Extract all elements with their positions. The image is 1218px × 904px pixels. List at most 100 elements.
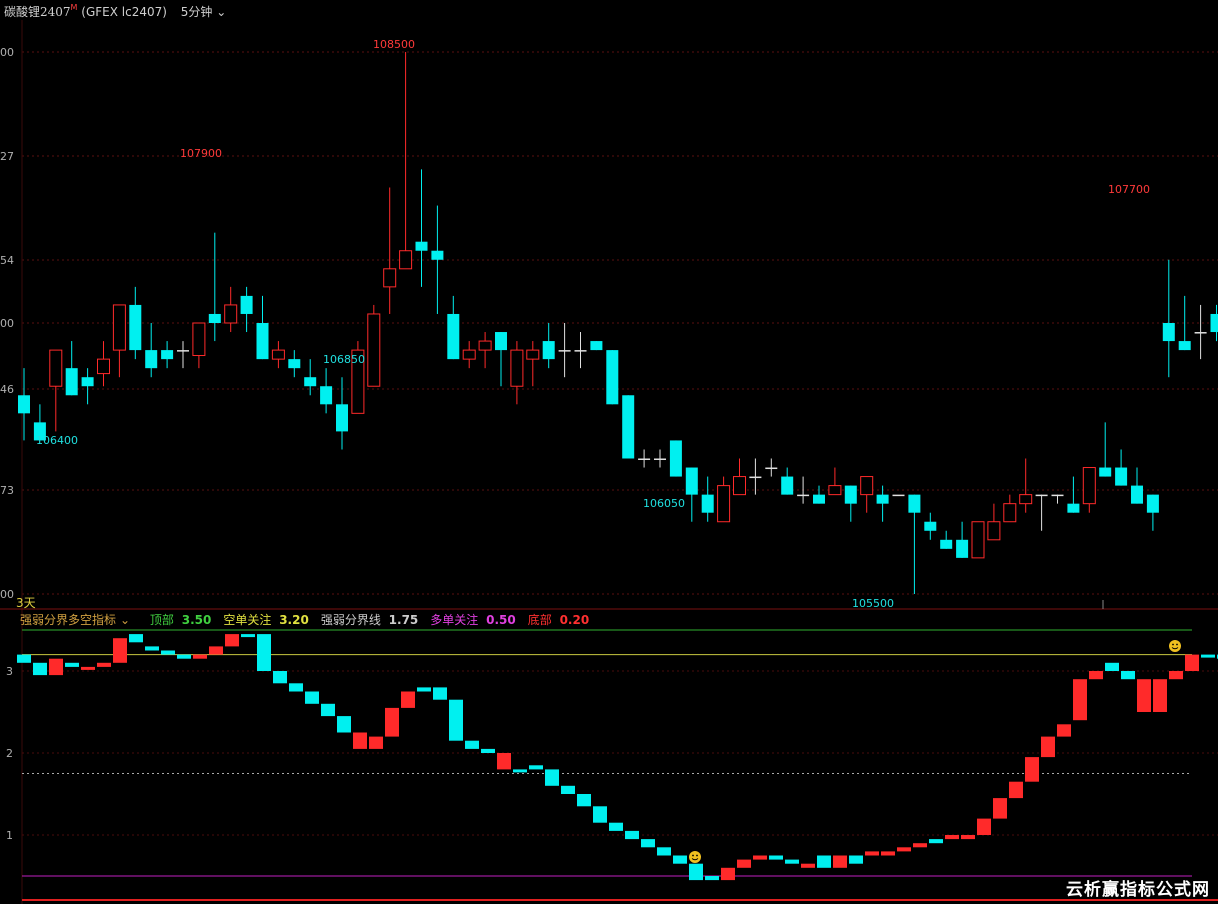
indicator-bar	[1041, 736, 1055, 758]
candle	[733, 458, 746, 496]
indicator-bar	[81, 666, 95, 670]
candle	[654, 449, 666, 468]
candle	[1099, 422, 1112, 477]
indicator-bar	[129, 634, 143, 643]
indicator-bar	[737, 859, 751, 868]
candle	[749, 458, 762, 495]
candle	[415, 169, 428, 287]
y-axis-label: 73	[0, 484, 14, 497]
indicator-bar	[17, 654, 31, 663]
price-annotation: 108500	[373, 38, 415, 51]
indicator-bar	[625, 830, 639, 840]
candle	[97, 341, 110, 387]
candle	[383, 187, 397, 314]
candle	[876, 485, 889, 522]
price-annotation: 107900	[180, 147, 222, 160]
price-annotation: 106850	[323, 353, 365, 366]
indicator-bar	[65, 662, 79, 667]
indicator-bar	[177, 654, 191, 659]
indicator-bar	[337, 716, 351, 733]
candle	[1162, 259, 1175, 378]
indicator-legend-item: 顶部 3.50	[149, 613, 212, 627]
indicator-bar	[1169, 671, 1183, 680]
candle	[112, 304, 126, 378]
indicator-bar	[49, 658, 63, 676]
indicator-bar	[897, 847, 911, 852]
candle	[622, 395, 635, 459]
indicator-bar	[929, 839, 943, 844]
indicator-bar	[1057, 724, 1071, 737]
indicator-bar	[545, 769, 559, 786]
candle	[351, 341, 365, 414]
indicator-bar	[385, 707, 399, 737]
indicator-bar	[401, 691, 415, 708]
candle	[81, 368, 94, 405]
indicator-bar	[561, 785, 575, 794]
indicator-bar	[753, 855, 767, 860]
candle	[924, 512, 937, 540]
candle	[1210, 304, 1218, 342]
smiley-eye	[696, 854, 698, 857]
candle	[431, 205, 444, 314]
indicator-bar	[465, 740, 479, 749]
indicator-bar	[113, 638, 127, 663]
indicator-bar	[497, 753, 511, 770]
chevron-down-icon: ⌄	[120, 613, 131, 627]
candle	[669, 440, 682, 477]
indicator-bar	[369, 736, 383, 749]
indicator-bar	[817, 855, 831, 868]
indicator-bar	[529, 765, 543, 770]
candle	[320, 368, 333, 414]
candle	[765, 458, 778, 477]
candle	[813, 485, 825, 504]
candle	[574, 332, 587, 369]
indicator-legend-item: 底部 0.20	[527, 613, 590, 627]
indicator-bar	[673, 855, 687, 864]
candle	[447, 295, 460, 360]
indicator-bar	[1009, 781, 1023, 799]
indicator-bar	[913, 843, 927, 848]
smiley-eye	[692, 854, 694, 857]
indicator-bar	[769, 855, 783, 860]
candle	[177, 341, 189, 369]
candle	[971, 521, 985, 559]
candle	[65, 341, 78, 396]
candle	[495, 332, 507, 387]
candle	[558, 323, 571, 378]
indicator-bar	[657, 847, 671, 856]
candle	[161, 341, 174, 369]
candle	[1082, 467, 1096, 513]
indicator-bar	[33, 662, 47, 676]
indicator-bar	[289, 683, 303, 692]
indicator-bar	[785, 859, 799, 864]
indicator-bar	[689, 863, 703, 881]
indicator-bar	[241, 634, 255, 638]
indicator-bar	[1201, 654, 1215, 658]
indicator-bar	[641, 839, 655, 848]
candle	[1146, 494, 1159, 531]
indicator-bar	[865, 851, 879, 856]
indicator-bar	[593, 806, 607, 823]
candle	[1115, 449, 1128, 486]
candle	[336, 377, 348, 450]
candle	[18, 368, 30, 441]
candle	[956, 521, 969, 558]
smiley-icon	[1169, 640, 1181, 652]
chart-canvas[interactable]: 00 27 54 00 46 73 00 108500 107900 107700 106850 10…	[0, 0, 1218, 904]
indicator-bar	[433, 687, 447, 700]
candle	[717, 476, 731, 523]
candle	[860, 476, 874, 513]
indicator-bar	[609, 822, 623, 831]
price-annotation: 106050	[643, 497, 685, 510]
price-annotation: 106400	[36, 434, 78, 447]
indicator-bar	[577, 794, 591, 807]
candle	[1019, 458, 1033, 513]
candle	[1067, 476, 1080, 513]
candle	[1003, 494, 1017, 523]
candle	[940, 530, 953, 549]
indicator-bar	[1073, 679, 1087, 721]
y-axis-label: 2	[6, 747, 13, 760]
indicator-name-dropdown[interactable]: 强弱分界多空指标 ⌄	[20, 613, 134, 627]
y-axis-label: 00	[0, 588, 14, 601]
indicator-bar	[225, 634, 239, 647]
